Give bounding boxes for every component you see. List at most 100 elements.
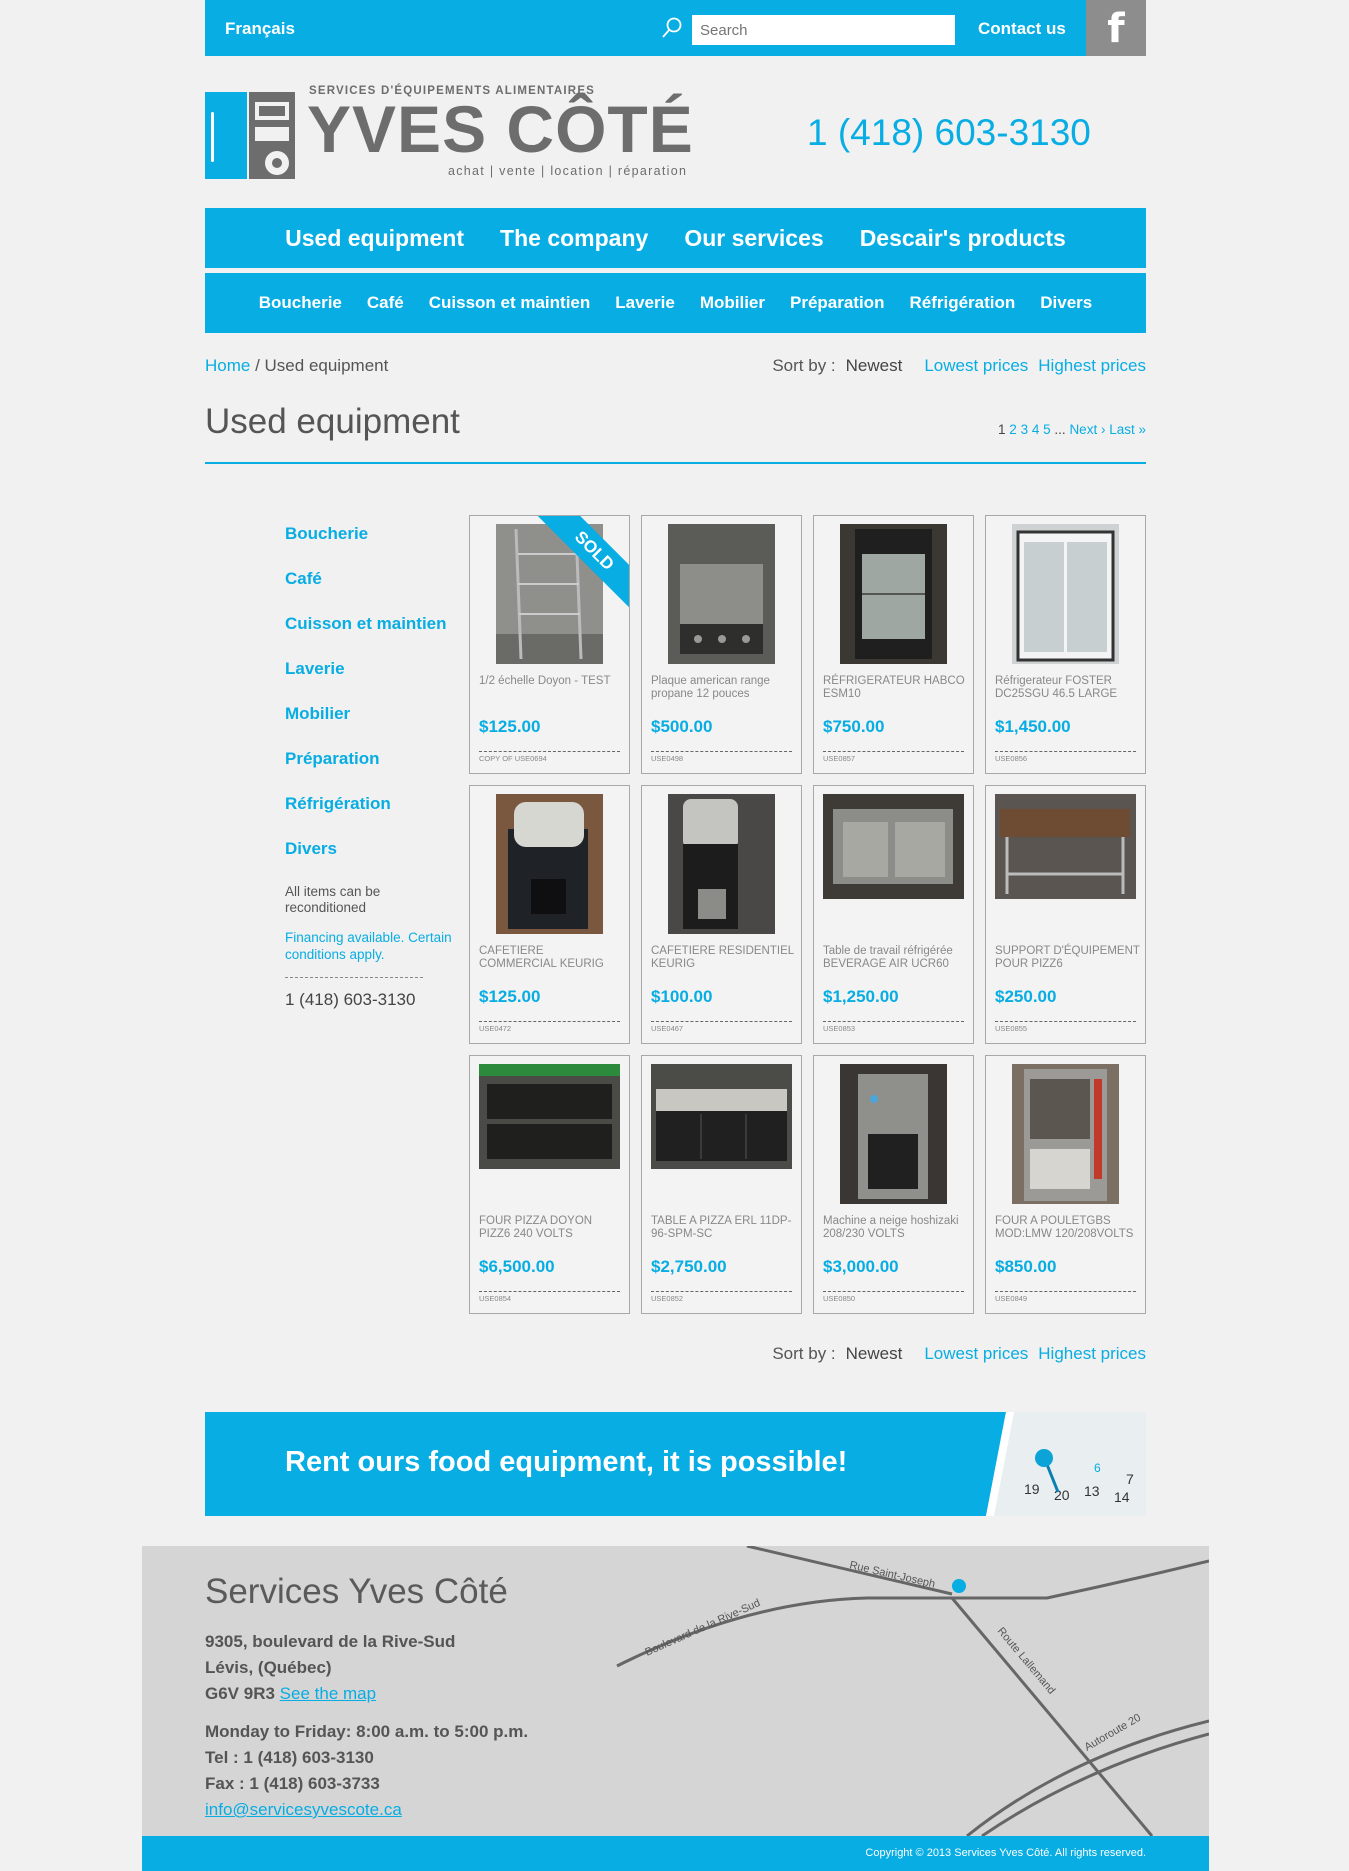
sort-highest-price[interactable]: Highest prices bbox=[1038, 1344, 1146, 1363]
subnav-cuisson[interactable]: Cuisson et maintien bbox=[429, 293, 591, 313]
product-price: $3,000.00 bbox=[823, 1257, 899, 1276]
location-map[interactable]: Rue Saint-Joseph Boulevard de la Rive-Su… bbox=[587, 1546, 1209, 1836]
subnav-cafe[interactable]: Café bbox=[367, 293, 404, 313]
logo-title[interactable]: YVES CÔTÉ bbox=[307, 96, 694, 162]
product-photo[interactable] bbox=[840, 1064, 947, 1204]
search-input[interactable] bbox=[692, 15, 955, 45]
breadcrumb-current: Used equipment bbox=[264, 356, 389, 375]
footer-address: 9305, boulevard de la Rive-Sud Lévis, (Q… bbox=[205, 1629, 455, 1707]
product-name[interactable]: SUPPORT D'ÉQUIPEMENT POUR PIZZ6 bbox=[995, 945, 1140, 971]
product-card[interactable]: Réfrigerateur FOSTER DC25SGU 46.5 LARGE … bbox=[985, 515, 1146, 774]
logo-icon[interactable] bbox=[205, 87, 295, 179]
card-divider bbox=[823, 1021, 964, 1022]
product-photo[interactable] bbox=[496, 794, 603, 934]
subnav-mobilier[interactable]: Mobilier bbox=[700, 293, 765, 313]
product-card[interactable]: SUPPORT D'ÉQUIPEMENT POUR PIZZ6 $250.00 … bbox=[985, 785, 1146, 1044]
product-sku: USE0854 bbox=[479, 1294, 512, 1303]
sidebar-item-mobilier[interactable]: Mobilier bbox=[285, 704, 455, 749]
product-name[interactable]: Machine a neige hoshizaki 208/230 VOLTS bbox=[823, 1215, 968, 1241]
breadcrumb-home[interactable]: Home bbox=[205, 356, 250, 375]
sort-newest[interactable]: Newest bbox=[846, 1344, 903, 1363]
language-link[interactable]: Français bbox=[225, 19, 295, 39]
product-name[interactable]: Plaque american range propane 12 pouces bbox=[651, 675, 796, 701]
product-card[interactable]: SOLD 1/2 échelle Doyon - TEST $125.00 CO… bbox=[469, 515, 630, 774]
product-name[interactable]: 1/2 échelle Doyon - TEST bbox=[479, 675, 624, 688]
product-card[interactable]: FOUR PIZZA DOYON PIZZ6 240 VOLTS $6,500.… bbox=[469, 1055, 630, 1314]
product-card[interactable]: TABLE A PIZZA ERL 11DP-96-SPM-SC $2,750.… bbox=[641, 1055, 802, 1314]
sidebar-item-refrigeration[interactable]: Réfrigération bbox=[285, 794, 455, 839]
product-name[interactable]: FOUR A POULETGBS MOD:LMW 120/208VOLTS bbox=[995, 1215, 1140, 1241]
svg-text:14: 14 bbox=[1114, 1489, 1130, 1505]
page-link[interactable]: 3 bbox=[1021, 422, 1029, 437]
product-name[interactable]: CAFETIERE COMMERCIAL KEURIG bbox=[479, 945, 624, 971]
sidebar-item-divers[interactable]: Divers bbox=[285, 839, 455, 884]
sort-lowest-price[interactable]: Lowest prices bbox=[924, 356, 1028, 375]
page-link[interactable]: 5 bbox=[1043, 422, 1051, 437]
subnav-boucherie[interactable]: Boucherie bbox=[259, 293, 342, 313]
see-map-link[interactable]: See the map bbox=[280, 1684, 376, 1703]
page-next[interactable]: Next › bbox=[1069, 422, 1105, 437]
sidebar-divider bbox=[285, 976, 423, 978]
product-photo[interactable] bbox=[479, 1064, 620, 1169]
site-header: SERVICES D'ÉQUIPEMENTS ALIMENTAIRES YVES… bbox=[205, 82, 1146, 182]
search-icon[interactable] bbox=[660, 16, 684, 40]
product-sku: USE0856 bbox=[995, 754, 1028, 763]
product-name[interactable]: FOUR PIZZA DOYON PIZZ6 240 VOLTS bbox=[479, 1215, 624, 1241]
nav-the-company[interactable]: The company bbox=[500, 225, 648, 252]
product-photo[interactable] bbox=[995, 794, 1136, 899]
page-current: 1 bbox=[998, 422, 1006, 437]
contact-link[interactable]: Contact us bbox=[978, 19, 1066, 39]
page-last[interactable]: Last » bbox=[1109, 422, 1146, 437]
product-photo[interactable] bbox=[668, 524, 775, 664]
facebook-icon[interactable]: f bbox=[1086, 0, 1146, 56]
sidebar-item-cafe[interactable]: Café bbox=[285, 569, 455, 614]
financing-note[interactable]: Financing available. Certain conditions … bbox=[285, 930, 455, 962]
footer: Services Yves Côté 9305, boulevard de la… bbox=[142, 1546, 1209, 1871]
product-photo[interactable] bbox=[668, 794, 775, 934]
banner-text[interactable]: Rent ours food equipment, it is possible… bbox=[285, 1446, 847, 1479]
product-photo[interactable] bbox=[840, 524, 947, 664]
product-card[interactable]: CAFETIERE COMMERCIAL KEURIG $125.00 USE0… bbox=[469, 785, 630, 1044]
subnav-preparation[interactable]: Préparation bbox=[790, 293, 884, 313]
sidebar-item-boucherie[interactable]: Boucherie bbox=[285, 524, 455, 569]
sidebar-item-laverie[interactable]: Laverie bbox=[285, 659, 455, 704]
reconditioned-note: All items can be reconditioned bbox=[285, 884, 381, 916]
product-sku: USE0857 bbox=[823, 754, 856, 763]
product-card[interactable]: RÉFRIGERATEUR HABCO ESM10 $750.00 USE085… bbox=[813, 515, 974, 774]
nav-our-services[interactable]: Our services bbox=[684, 225, 823, 252]
footer-email[interactable]: info@servicesyvescote.ca bbox=[205, 1800, 402, 1819]
product-name[interactable]: CAFETIERE RESIDENTIEL KEURIG bbox=[651, 945, 796, 971]
sort-newest[interactable]: Newest bbox=[846, 356, 903, 375]
product-name[interactable]: RÉFRIGERATEUR HABCO ESM10 bbox=[823, 675, 968, 701]
product-photo[interactable] bbox=[1012, 1064, 1119, 1204]
product-name[interactable]: Réfrigerateur FOSTER DC25SGU 46.5 LARGE bbox=[995, 675, 1140, 701]
product-photo[interactable] bbox=[823, 794, 964, 899]
subnav-laverie[interactable]: Laverie bbox=[615, 293, 675, 313]
nav-descair-products[interactable]: Descair's products bbox=[860, 225, 1066, 252]
address-line-1: 9305, boulevard de la Rive-Sud bbox=[205, 1632, 456, 1651]
subnav-refrigeration[interactable]: Réfrigération bbox=[909, 293, 1015, 313]
sidebar-item-preparation[interactable]: Préparation bbox=[285, 749, 455, 794]
nav-used-equipment[interactable]: Used equipment bbox=[285, 225, 464, 252]
card-divider bbox=[995, 1291, 1136, 1292]
map-street-label: Autoroute 20 bbox=[1083, 1712, 1144, 1754]
sidebar-item-cuisson[interactable]: Cuisson et maintien bbox=[285, 614, 455, 659]
product-grid: SOLD 1/2 échelle Doyon - TEST $125.00 CO… bbox=[469, 515, 1146, 1314]
product-card[interactable]: Machine a neige hoshizaki 208/230 VOLTS … bbox=[813, 1055, 974, 1314]
product-photo[interactable] bbox=[651, 1064, 792, 1169]
product-card[interactable]: FOUR A POULETGBS MOD:LMW 120/208VOLTS $8… bbox=[985, 1055, 1146, 1314]
page-link[interactable]: 4 bbox=[1032, 422, 1040, 437]
product-card[interactable]: Plaque american range propane 12 pouces … bbox=[641, 515, 802, 774]
sort-highest-price[interactable]: Highest prices bbox=[1038, 356, 1146, 375]
product-card[interactable]: CAFETIERE RESIDENTIEL KEURIG $100.00 USE… bbox=[641, 785, 802, 1044]
sort-lowest-price[interactable]: Lowest prices bbox=[924, 1344, 1028, 1363]
card-divider bbox=[995, 1021, 1136, 1022]
rent-banner[interactable]: Rent ours food equipment, it is possible… bbox=[205, 1412, 1146, 1516]
product-photo[interactable] bbox=[1012, 524, 1119, 664]
product-name[interactable]: Table de travail réfrigérée BEVERAGE AIR… bbox=[823, 945, 968, 971]
product-price: $500.00 bbox=[651, 717, 713, 736]
subnav-divers[interactable]: Divers bbox=[1040, 293, 1092, 313]
product-name[interactable]: TABLE A PIZZA ERL 11DP-96-SPM-SC bbox=[651, 1215, 796, 1241]
page-link[interactable]: 2 bbox=[1009, 422, 1017, 437]
product-card[interactable]: Table de travail réfrigérée BEVERAGE AIR… bbox=[813, 785, 974, 1044]
